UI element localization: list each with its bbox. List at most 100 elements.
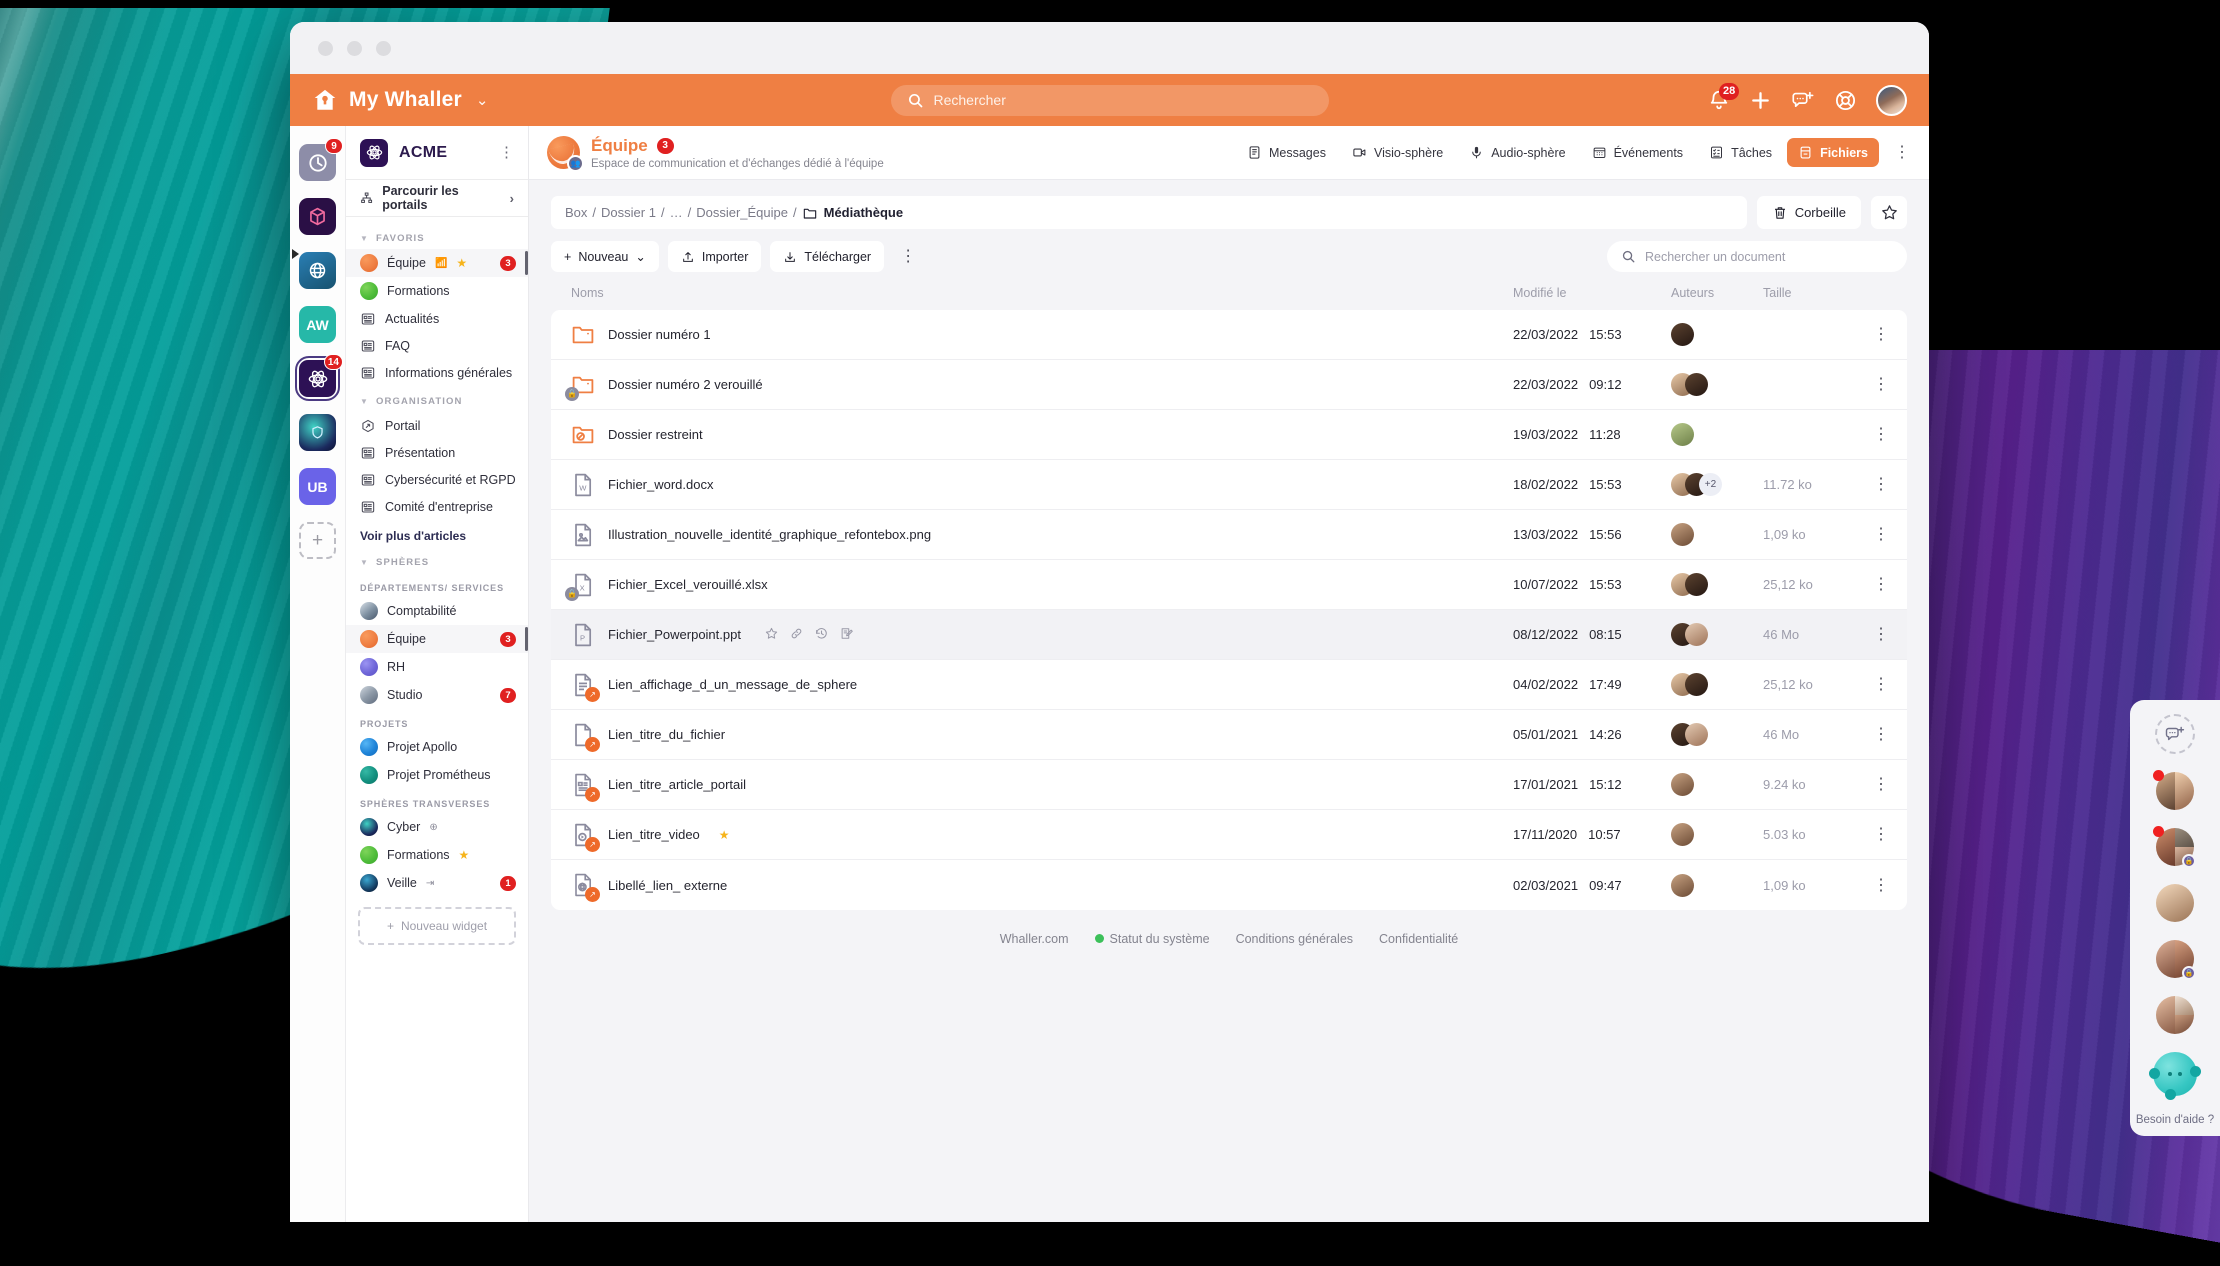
rail-item-shield-app[interactable] (299, 414, 336, 451)
toolbar-more-menu-icon[interactable]: ⋮ (893, 249, 923, 265)
rail-item-aw-app[interactable]: AW (299, 306, 336, 343)
link-icon[interactable] (789, 626, 804, 644)
window-maximize-dot[interactable] (376, 40, 391, 56)
see-more-articles-link[interactable]: Voir plus d'articles (346, 520, 528, 547)
row-menu-icon[interactable]: ⋮ (1855, 877, 1889, 893)
table-row[interactable]: X 🔒 Fichier_Excel_verouillé.xlsx 10/07/2022… (551, 560, 1907, 610)
table-row[interactable]: 🔒 Dossier numéro 2 verouillé 22/03/2022 09:… (551, 360, 1907, 410)
tab-taches[interactable]: Tâches (1698, 138, 1783, 167)
sphere-more-menu-icon[interactable]: ⋮ (1891, 145, 1913, 161)
favorite-folder-button[interactable] (1871, 196, 1907, 229)
new-widget-button[interactable]: + Nouveau widget (358, 907, 516, 945)
footer-link-terms[interactable]: Conditions générales (1236, 932, 1353, 946)
row-menu-icon[interactable]: ⋮ (1855, 827, 1889, 843)
section-header-spheres[interactable]: ▼ SPHÈRES (346, 547, 528, 573)
sidebar-item-studio[interactable]: Studio 7 (346, 681, 528, 709)
footer-link-status[interactable]: Statut du système (1094, 932, 1210, 946)
download-button[interactable]: Télécharger (770, 241, 885, 272)
file-name-cell[interactable]: X 🔒 Fichier_Excel_verouillé.xlsx (565, 572, 1513, 601)
trash-button[interactable]: Corbeille (1756, 196, 1861, 229)
tab-audio-sphere[interactable]: Audio-sphère (1458, 138, 1576, 167)
tab-visio-sphere[interactable]: Visio-sphère (1341, 138, 1454, 167)
column-header-modifie-le[interactable]: Modifié le (1513, 286, 1671, 300)
breadcrumb-part-ellipsis[interactable]: … (670, 205, 683, 220)
table-row[interactable]: ↗ Lien_titre_du_fichier 05/01/2021 14:26 46 … (551, 710, 1907, 760)
table-row[interactable]: ↗ Libellé_lien_ externe 02/03/2021 09:47 1,0… (551, 860, 1907, 910)
sidebar-item-informations-generales[interactable]: Informations générales (346, 359, 528, 386)
user-avatar[interactable] (1876, 84, 1907, 116)
organization-header[interactable]: ACME ⋮ (346, 126, 528, 180)
sidebar-item-projet-apollo[interactable]: Projet Apollo (346, 733, 528, 761)
tab-fichiers[interactable]: Fichiers (1787, 138, 1879, 167)
rail-item-clock-app[interactable]: 9 (299, 138, 343, 181)
row-menu-icon[interactable]: ⋮ (1855, 577, 1889, 593)
sidebar-scroll-area[interactable]: ▼ FAVORIS Équipe 📶 ★ 3 Formations Actual… (346, 217, 528, 1222)
row-menu-icon[interactable]: ⋮ (1855, 427, 1889, 443)
row-menu-icon[interactable]: ⋮ (1855, 677, 1889, 693)
table-row[interactable]: Dossier numéro 1 22/03/2022 15:53 ⋮ (551, 310, 1907, 360)
table-row[interactable]: ↗ Lien_titre_article_portail 17/01/2021 15:… (551, 760, 1907, 810)
sidebar-item-presentation[interactable]: Présentation (346, 439, 528, 466)
star-icon[interactable]: ★ (719, 828, 730, 842)
rail-expand-caret[interactable] (292, 249, 299, 259)
breadcrumb[interactable]: Box / Dossier 1 / … / Dossier_Équipe / M… (551, 196, 1747, 229)
file-name-cell[interactable]: Illustration_nouvelle_identité_graphique… (571, 522, 1513, 548)
import-button[interactable]: Importer (667, 241, 762, 272)
row-menu-icon[interactable]: ⋮ (1855, 377, 1889, 393)
tab-messages[interactable]: Messages (1236, 138, 1337, 167)
footer-link-privacy[interactable]: Confidentialité (1379, 932, 1458, 946)
sidebar-item-comptabilite[interactable]: Comptabilité (346, 597, 528, 625)
rail-item-cube-app[interactable] (299, 198, 336, 235)
sidebar-item-formations-fav[interactable]: Formations (346, 277, 528, 305)
help-bot-button[interactable] (2149, 1052, 2201, 1100)
conversation-item[interactable] (2156, 884, 2194, 922)
rail-item-ub-app[interactable]: UB (299, 468, 336, 505)
conversation-item[interactable]: 🔒 (2156, 940, 2196, 980)
table-row[interactable]: W Fichier_word.docx 18/02/2022 15:53 +2 11.72… (551, 460, 1907, 510)
conversation-item[interactable]: 🔒 (2153, 826, 2196, 868)
footer-link-whaller[interactable]: Whaller.com (1000, 932, 1069, 946)
window-minimize-dot[interactable] (347, 40, 362, 56)
edit-icon[interactable] (839, 626, 854, 644)
row-menu-icon[interactable]: ⋮ (1855, 477, 1889, 493)
sidebar-item-equipe-sphere[interactable]: Équipe 3 (346, 625, 528, 653)
new-conversation-button[interactable] (2155, 714, 2195, 754)
conversation-item[interactable] (2153, 770, 2194, 810)
add-organization-button[interactable]: + (299, 522, 336, 559)
row-menu-icon[interactable]: ⋮ (1855, 627, 1889, 643)
notifications-button[interactable]: 28 (1708, 83, 1740, 111)
sidebar-item-faq[interactable]: FAQ (346, 332, 528, 359)
document-search-input[interactable]: Rechercher un document (1607, 241, 1907, 272)
table-row[interactable]: Dossier restreint 19/03/2022 11:28 ⋮ (551, 410, 1907, 460)
section-header-favoris[interactable]: ▼ FAVORIS (346, 223, 528, 249)
brand-home-button[interactable]: My Whaller ⌄ (312, 87, 488, 113)
sidebar-item-cybersecurite-rgpd[interactable]: Cybersécurité et RGPD (346, 466, 528, 493)
chevron-down-icon[interactable]: ⌄ (476, 91, 489, 109)
breadcrumb-part-dossier-equipe[interactable]: Dossier_Équipe (696, 205, 788, 220)
column-header-auteurs[interactable]: Auteurs (1671, 286, 1763, 300)
file-name-cell[interactable]: P Fichier_Powerpoint.ppt (571, 622, 1513, 648)
row-menu-icon[interactable]: ⋮ (1855, 727, 1889, 743)
table-row[interactable]: P Fichier_Powerpoint.ppt 08/12/2022 08:15 46… (551, 610, 1907, 660)
rail-item-acme-app[interactable]: 14 (295, 354, 343, 401)
star-icon[interactable] (764, 626, 779, 644)
sidebar-item-cyber[interactable]: Cyber ⊕ (346, 813, 528, 841)
sidebar-item-formations-transverse[interactable]: Formations ★ (346, 841, 528, 869)
file-name-cell[interactable]: ↗ Lien_titre_article_portail (571, 772, 1513, 802)
sidebar-item-projet-prometheus[interactable]: Projet Prométheus (346, 761, 528, 789)
tab-evenements[interactable]: Événements (1581, 138, 1694, 167)
row-menu-icon[interactable]: ⋮ (1855, 527, 1889, 543)
new-button[interactable]: + Nouveau ⌄ (551, 241, 659, 272)
conversation-item[interactable] (2156, 996, 2194, 1034)
table-row[interactable]: ↗ Lien_titre_video ★ 17/11/2020 10:57 5.03 ko… (551, 810, 1907, 860)
organization-menu-icon[interactable]: ⋮ (499, 145, 514, 160)
file-name-cell[interactable]: Dossier numéro 1 (571, 322, 1513, 348)
add-button[interactable] (1749, 89, 1772, 112)
file-name-cell[interactable]: ↗ Lien_titre_video ★ (571, 822, 1513, 852)
table-row[interactable]: ↗ Lien_affichage_d_un_message_de_sphere 04… (551, 660, 1907, 710)
file-name-cell[interactable]: 🔒 Dossier numéro 2 verouillé (565, 372, 1513, 401)
column-header-taille[interactable]: Taille (1763, 286, 1855, 300)
file-name-cell[interactable]: Dossier restreint (571, 422, 1513, 448)
file-name-cell[interactable]: W Fichier_word.docx (571, 472, 1513, 498)
breadcrumb-part-box[interactable]: Box (565, 205, 587, 220)
